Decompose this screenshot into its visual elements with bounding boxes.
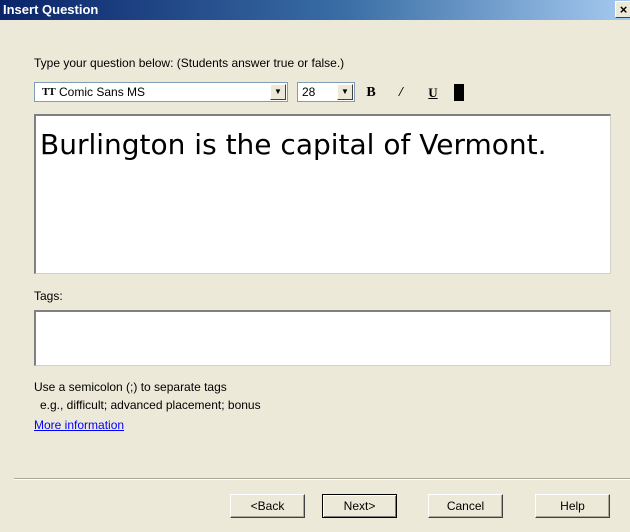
more-information-link[interactable]: More information xyxy=(34,418,124,432)
tags-hint: Use a semicolon (;) to separate tags xyxy=(34,380,227,394)
chevron-down-icon[interactable]: ▼ xyxy=(270,84,286,100)
separator xyxy=(14,478,630,480)
chevron-down-icon[interactable]: ▼ xyxy=(337,84,353,100)
question-text-area[interactable]: Burlington is the capital of Vermont. xyxy=(34,114,611,274)
title-bar: Insert Question xyxy=(0,0,630,20)
font-family-select[interactable]: TT Comic Sans MS ▼ xyxy=(34,82,288,102)
bold-button[interactable]: B xyxy=(362,84,380,102)
truetype-font-icon: TT xyxy=(42,86,56,98)
question-prompt: Type your question below: (Students answ… xyxy=(34,56,345,70)
window-title: Insert Question xyxy=(3,2,99,17)
close-button[interactable]: × xyxy=(615,1,630,18)
next-button[interactable]: Next> xyxy=(322,494,397,518)
text-color-button[interactable] xyxy=(454,84,464,101)
italic-button[interactable]: / xyxy=(392,84,410,102)
help-button[interactable]: Help xyxy=(535,494,610,518)
tags-label: Tags: xyxy=(34,289,63,303)
underline-button[interactable]: U xyxy=(424,84,442,102)
back-button[interactable]: <Back xyxy=(230,494,305,518)
tags-example: e.g., difficult; advanced placement; bon… xyxy=(40,398,261,412)
cancel-button[interactable]: Cancel xyxy=(428,494,503,518)
font-size-select[interactable]: 28 ▼ xyxy=(297,82,355,102)
font-family-value: Comic Sans MS xyxy=(59,85,146,99)
question-text: Burlington is the capital of Vermont. xyxy=(40,128,547,161)
tags-input[interactable] xyxy=(34,310,611,366)
font-size-value: 28 xyxy=(302,85,316,99)
